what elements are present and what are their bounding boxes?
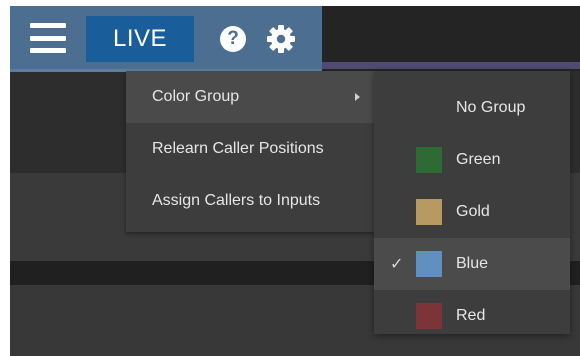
- menu-item-relearn-caller-positions[interactable]: Relearn Caller Positions: [126, 123, 374, 175]
- color-group-submenu: No Group Green Gold ✓ Blue Red: [374, 71, 570, 334]
- menu-item-color-group[interactable]: Color Group: [126, 71, 374, 123]
- color-option-green[interactable]: Green: [374, 134, 570, 186]
- context-menu: Color Group Relearn Caller Positions Ass…: [126, 71, 374, 232]
- color-option-red[interactable]: Red: [374, 290, 570, 342]
- app-window: LIVE ? Color Group Relearn Caller Positi…: [10, 6, 580, 356]
- toolbar: LIVE ?: [10, 6, 322, 72]
- menu-item-label: Relearn Caller Positions: [152, 140, 324, 157]
- color-option-label: No Group: [456, 99, 526, 116]
- color-option-blue[interactable]: ✓ Blue: [374, 238, 570, 290]
- color-option-label: Red: [456, 307, 486, 324]
- color-swatch: [416, 199, 442, 225]
- hamburger-menu-icon[interactable]: [30, 23, 66, 53]
- color-swatch: [416, 303, 442, 329]
- color-swatch: [416, 251, 442, 277]
- color-swatch: [416, 147, 442, 173]
- submenu-arrow-icon: [355, 93, 360, 101]
- gear-icon[interactable]: [266, 24, 296, 54]
- menu-item-assign-callers-to-inputs[interactable]: Assign Callers to Inputs: [126, 175, 374, 227]
- color-option-label: Gold: [456, 203, 490, 220]
- live-button[interactable]: LIVE: [86, 16, 194, 62]
- menu-item-label: Color Group: [152, 88, 240, 105]
- accent-strip: [310, 62, 580, 69]
- help-icon[interactable]: ?: [220, 26, 246, 52]
- menu-item-label: Assign Callers to Inputs: [152, 192, 321, 209]
- color-option-label: Blue: [456, 255, 489, 272]
- checkmark-icon: ✓: [390, 256, 404, 273]
- color-option-gold[interactable]: Gold: [374, 186, 570, 238]
- color-option-label: Green: [456, 151, 501, 168]
- color-option-no-group[interactable]: No Group: [374, 82, 570, 134]
